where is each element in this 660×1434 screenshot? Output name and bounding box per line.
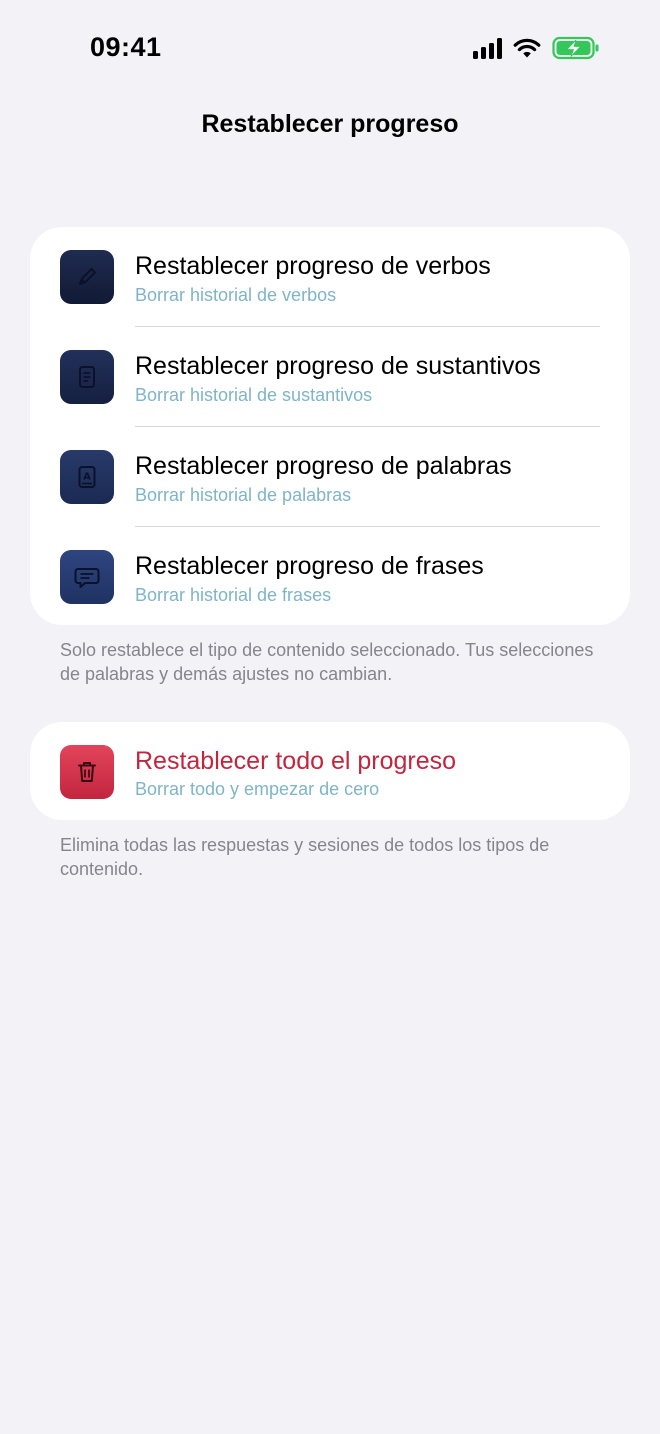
- reset-all-card: Restablecer todo el progreso Borrar todo…: [30, 722, 630, 820]
- status-icons: [473, 36, 600, 60]
- reset-words-title: Restablecer progreso de palabras: [135, 452, 512, 480]
- battery-charging-icon: [552, 36, 599, 60]
- reset-phrases-subtitle: Borrar historial de frases: [135, 585, 332, 605]
- reset-options-card: Restablecer progreso de verbos Borrar hi…: [30, 227, 630, 625]
- reset-section-footnote: Solo restablece el tipo de contenido sel…: [60, 640, 594, 684]
- reset-verbs-subtitle: Borrar historial de verbos: [135, 285, 337, 305]
- reset-phrases-row[interactable]: Restablecer progreso de frases Borrar hi…: [30, 527, 630, 625]
- speech-bubble-icon: [60, 550, 114, 604]
- reset-verbs-title: Restablecer progreso de verbos: [135, 252, 491, 280]
- wifi-icon: [513, 38, 541, 58]
- reset-all-subtitle: Borrar todo y empezar de cero: [135, 779, 380, 799]
- status-bar: 09:41: [0, 0, 660, 98]
- reset-verbs-row[interactable]: Restablecer progreso de verbos Borrar hi…: [30, 227, 630, 327]
- reset-words-row[interactable]: A Restablecer progreso de palabras Borra…: [30, 427, 630, 527]
- trash-icon: [60, 745, 114, 799]
- reset-all-title: Restablecer todo el progreso: [135, 747, 457, 775]
- status-time: 09:41: [90, 32, 162, 62]
- reset-nouns-title: Restablecer progreso de sustantivos: [135, 352, 541, 380]
- reset-words-subtitle: Borrar historial de palabras: [135, 485, 352, 505]
- cellular-signal-icon: [473, 37, 502, 59]
- reset-all-footnote: Elimina todas las respuestas y sesiones …: [60, 835, 550, 879]
- reset-phrases-title: Restablecer progreso de frases: [135, 552, 484, 580]
- svg-text:A: A: [83, 472, 91, 483]
- dictionary-book-icon: A: [60, 450, 114, 504]
- document-icon: [60, 350, 114, 404]
- page-title: Restablecer progreso: [201, 110, 459, 138]
- reset-nouns-row[interactable]: Restablecer progreso de sustantivos Borr…: [30, 327, 630, 427]
- pencil-icon: [60, 250, 114, 304]
- reset-all-row[interactable]: Restablecer todo el progreso Borrar todo…: [30, 722, 630, 820]
- reset-nouns-subtitle: Borrar historial de sustantivos: [135, 385, 373, 405]
